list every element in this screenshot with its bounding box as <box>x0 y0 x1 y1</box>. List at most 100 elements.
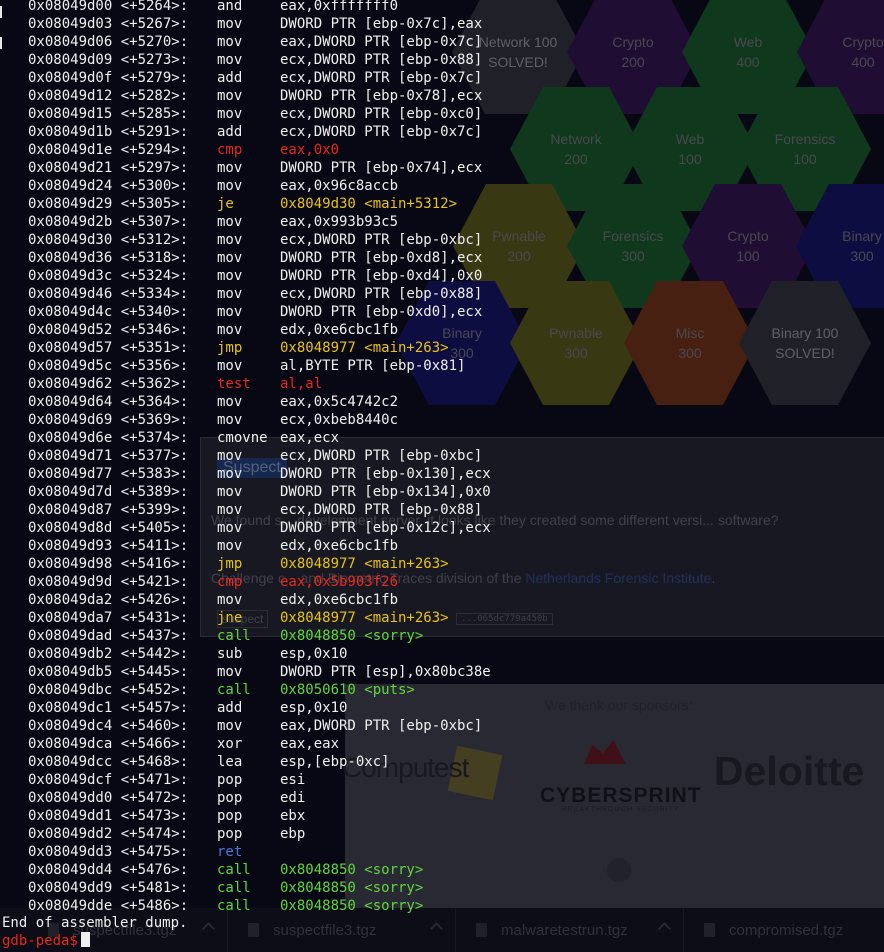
asm-line: 0x08049d8d <+5405>: mov DWORD PTR [ebp-0x1… <box>0 519 884 537</box>
asm-operands: 0x8048977 <main+263> <box>280 556 449 572</box>
asm-address: 0x08049d24 <+5300>: <box>28 178 189 194</box>
text-cursor <box>80 932 90 947</box>
asm-line: 0x08049d46 <+5334>: mov ecx,DWORD PTR [ebp… <box>0 285 884 303</box>
asm-operands: DWORD PTR [esp],0x80bc38e <box>280 664 491 680</box>
asm-mnemonic: mov <box>217 592 243 608</box>
asm-address: 0x08049d7d <+5389>: <box>28 484 189 500</box>
asm-address: 0x08049d15 <+5285>: <box>28 106 189 122</box>
asm-address: 0x08049d9d <+5421>: <box>28 574 189 590</box>
asm-address: 0x08049d71 <+5377>: <box>28 448 189 464</box>
gdb-terminal[interactable]: 0x08049d00 <+5264>: and eax,0xfffffff0 0x08… <box>0 0 884 952</box>
asm-address: 0x08049d93 <+5411>: <box>28 538 189 554</box>
asm-mnemonic: pop <box>217 790 243 806</box>
asm-address: 0x08049d5c <+5356>: <box>28 358 189 374</box>
asm-operands: 0x8048850 <sorry> <box>280 628 424 644</box>
asm-line: 0x08049dcf <+5471>: pop esi <box>0 771 884 789</box>
asm-line: 0x08049d64 <+5364>: mov eax,0x5c4742c2 <box>0 393 884 411</box>
asm-mnemonic: pop <box>217 808 243 824</box>
asm-mnemonic: mov <box>217 466 243 482</box>
asm-address: 0x08049dd9 <+5481>: <box>28 880 189 896</box>
asm-address: 0x08049d06 <+5270>: <box>28 34 189 50</box>
asm-mnemonic: mov <box>217 232 243 248</box>
asm-mnemonic: mov <box>217 520 243 536</box>
asm-line: 0x08049d69 <+5369>: mov ecx,0xbeb8440c <box>0 411 884 429</box>
asm-mnemonic: mov <box>217 88 243 104</box>
asm-mnemonic: call <box>217 682 251 698</box>
asm-mnemonic: jne <box>217 610 243 626</box>
asm-address: 0x08049d98 <+5416>: <box>28 556 189 572</box>
asm-address: 0x08049dbc <+5452>: <box>28 682 189 698</box>
asm-line: 0x08049d15 <+5285>: mov ecx,DWORD PTR [ebp… <box>0 105 884 123</box>
asm-mnemonic: mov <box>217 178 243 194</box>
asm-line: 0x08049d93 <+5411>: mov edx,0xe6cbc1fb <box>0 537 884 555</box>
asm-mnemonic: add <box>217 124 243 140</box>
asm-operands: eax,ecx <box>280 430 340 446</box>
asm-mnemonic: add <box>217 700 243 716</box>
asm-address: 0x08049dd3 <+5475>: <box>28 844 189 860</box>
asm-address: 0x08049dde <+5486>: <box>28 898 189 914</box>
asm-operands: esp,0x10 <box>280 700 348 716</box>
asm-line: 0x08049db2 <+5442>: sub esp,0x10 <box>0 645 884 663</box>
asm-operands: DWORD PTR [ebp-0x134],0x0 <box>280 484 491 500</box>
asm-operands: 0x8048850 <sorry> <box>280 880 424 896</box>
asm-address: 0x08049d12 <+5282>: <box>28 88 189 104</box>
asm-line: 0x08049d2b <+5307>: mov eax,0x993b93c5 <box>0 213 884 231</box>
asm-operands: DWORD PTR [ebp-0x130],ecx <box>280 466 491 482</box>
asm-mnemonic: call <box>217 862 251 878</box>
asm-mnemonic: mov <box>217 538 243 554</box>
asm-mnemonic: mov <box>217 358 243 374</box>
disassembly-listing: 0x08049d00 <+5264>: and eax,0xfffffff0 0x08… <box>0 0 884 915</box>
asm-mnemonic: test <box>217 376 251 392</box>
asm-line: 0x08049dd1 <+5473>: pop ebx <box>0 807 884 825</box>
asm-mnemonic: mov <box>217 448 243 464</box>
asm-address: 0x08049d6e <+5374>: <box>28 430 189 446</box>
asm-line: 0x08049d62 <+5362>: test al,al <box>0 375 884 393</box>
asm-address: 0x08049d69 <+5369>: <box>28 412 189 428</box>
asm-mnemonic: mov <box>217 718 243 734</box>
asm-mnemonic: call <box>217 628 251 644</box>
asm-line: 0x08049dc4 <+5460>: mov eax,DWORD PTR [ebp… <box>0 717 884 735</box>
asm-line: 0x08049dad <+5437>: call 0x8048850 <sorry> <box>0 627 884 645</box>
asm-address: 0x08049db5 <+5445>: <box>28 664 189 680</box>
asm-operands: edx,0xe6cbc1fb <box>280 538 399 554</box>
asm-operands: DWORD PTR [ebp-0x7c],eax <box>280 16 483 32</box>
asm-operands: 0x8049d30 <main+5312> <box>280 196 458 212</box>
asm-operands: DWORD PTR [ebp-0x78],ecx <box>280 88 483 104</box>
asm-line: 0x08049dde <+5486>: call 0x8048850 <sorry> <box>0 897 884 915</box>
asm-mnemonic: mov <box>217 394 243 410</box>
asm-address: 0x08049d3c <+5324>: <box>28 268 189 284</box>
asm-line: 0x08049db5 <+5445>: mov DWORD PTR [esp],0x… <box>0 663 884 681</box>
asm-mnemonic: cmp <box>217 574 243 590</box>
asm-line: 0x08049dca <+5466>: xor eax,eax <box>0 735 884 753</box>
asm-line: 0x08049d21 <+5297>: mov DWORD PTR [ebp-0x7… <box>0 159 884 177</box>
asm-line: 0x08049d06 <+5270>: mov eax,DWORD PTR [ebp… <box>0 33 884 51</box>
asm-address: 0x08049d52 <+5346>: <box>28 322 189 338</box>
asm-mnemonic: call <box>217 898 251 914</box>
asm-mnemonic: mov <box>217 250 243 266</box>
asm-address: 0x08049dc1 <+5457>: <box>28 700 189 716</box>
asm-line: 0x08049d5c <+5356>: mov al,BYTE PTR [ebp-0… <box>0 357 884 375</box>
asm-mnemonic: and <box>217 0 243 14</box>
command-prompt[interactable]: gdb-peda$ <box>2 932 90 950</box>
asm-operands: eax,0x5c4742c2 <box>280 394 399 410</box>
asm-line: 0x08049dd3 <+5475>: ret <box>0 843 884 861</box>
asm-operands: eax,0xfffffff0 <box>280 0 399 14</box>
asm-mnemonic: call <box>217 880 251 896</box>
asm-line: 0x08049dbc <+5452>: call 0x8050610 <puts> <box>0 681 884 699</box>
asm-line: 0x08049d52 <+5346>: mov edx,0xe6cbc1fb <box>0 321 884 339</box>
asm-operands: 0x8048850 <sorry> <box>280 898 424 914</box>
asm-mnemonic: lea <box>217 754 243 770</box>
asm-mnemonic: add <box>217 70 243 86</box>
asm-operands: DWORD PTR [ebp-0xd4],0x0 <box>280 268 483 284</box>
asm-operands: 0x8048977 <main+263> <box>280 340 449 356</box>
asm-operands: eax,0x5b903f26 <box>280 574 399 590</box>
asm-line: 0x08049da2 <+5426>: mov edx,0xe6cbc1fb <box>0 591 884 609</box>
gdb-prompt: gdb-peda$ <box>2 933 78 949</box>
asm-address: 0x08049d1b <+5291>: <box>28 124 189 140</box>
asm-address: 0x08049dd4 <+5476>: <box>28 862 189 878</box>
asm-line: 0x08049d87 <+5399>: mov ecx,DWORD PTR [ebp… <box>0 501 884 519</box>
asm-mnemonic: xor <box>217 736 243 752</box>
asm-line: 0x08049dd4 <+5476>: call 0x8048850 <sorry> <box>0 861 884 879</box>
asm-mnemonic: mov <box>217 664 243 680</box>
asm-line: 0x08049d98 <+5416>: jmp 0x8048977 <main+26… <box>0 555 884 573</box>
